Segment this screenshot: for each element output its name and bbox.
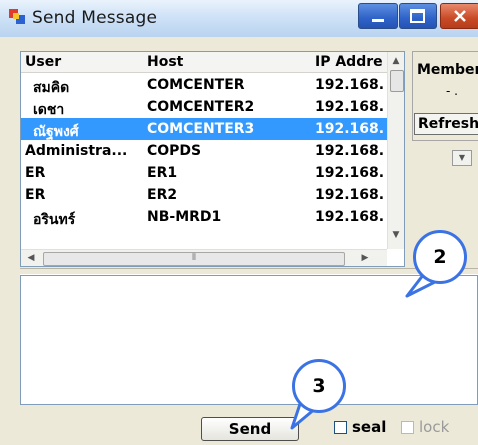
member-value: - .: [446, 84, 458, 98]
seal-checkbox[interactable]: [334, 421, 347, 434]
table-row[interactable]: ER ER2 192.168.: [21, 184, 387, 206]
close-button[interactable]: [440, 3, 478, 29]
cell-host: COPDS: [147, 143, 202, 159]
scroll-left-icon[interactable]: ◀: [25, 252, 37, 264]
user-list-grid[interactable]: User Host IP Addre สมคิด COMCENTER 192.1…: [20, 51, 405, 267]
scroll-right-icon[interactable]: ▶: [359, 252, 371, 264]
callout-3: 3: [292, 359, 346, 413]
cell-ip: 192.168.: [315, 99, 385, 115]
cell-ip: 192.168.: [315, 187, 385, 203]
column-header-user[interactable]: User: [25, 54, 61, 70]
cell-ip: 192.168.: [315, 77, 385, 93]
table-row[interactable]: Administra... COPDS 192.168.: [21, 140, 387, 162]
lock-checkbox: [401, 421, 414, 434]
callout-3-number: 3: [312, 375, 326, 397]
vertical-scrollbar[interactable]: ▲ ▼: [387, 52, 404, 249]
lock-label: lock: [419, 418, 450, 436]
chevron-down-icon[interactable]: ▼: [452, 150, 472, 166]
table-row-selected[interactable]: ณัฐพงศ์ COMCENTER3 192.168.: [21, 118, 387, 140]
send-button[interactable]: Send: [201, 417, 299, 441]
scroll-down-icon[interactable]: ▼: [390, 228, 402, 242]
cell-host: ER2: [147, 187, 178, 203]
cell-ip: 192.168.: [315, 209, 385, 225]
vertical-scroll-thumb[interactable]: [390, 70, 404, 92]
table-row[interactable]: ER ER1 192.168.: [21, 162, 387, 184]
column-header-ip[interactable]: IP Addre: [315, 54, 383, 70]
table-row[interactable]: สมคิด COMCENTER 192.168.: [21, 74, 387, 96]
cell-host: COMCENTER3: [147, 121, 255, 137]
callout-2: 2: [413, 230, 467, 284]
cell-ip: 192.168.: [315, 121, 385, 137]
cell-user: อรินทร์: [33, 212, 76, 228]
app-icon: [9, 9, 25, 24]
scroll-up-icon[interactable]: ▲: [390, 54, 402, 68]
table-row[interactable]: เดชา COMCENTER2 192.168.: [21, 96, 387, 118]
minimize-button[interactable]: [358, 3, 398, 29]
refresh-button[interactable]: Refresh: [414, 113, 478, 135]
cell-host: NB-MRD1: [147, 209, 222, 225]
column-header-host[interactable]: Host: [147, 54, 183, 70]
seal-label[interactable]: seal: [352, 418, 386, 436]
close-icon: [454, 10, 466, 22]
member-label: Member: [417, 62, 478, 78]
callout-2-number: 2: [433, 246, 447, 268]
maximize-icon: [410, 9, 425, 23]
maximize-button[interactable]: [399, 3, 437, 29]
cell-user: Administra...: [25, 143, 128, 159]
cell-host: COMCENTER: [147, 77, 245, 93]
cell-ip: 192.168.: [315, 143, 385, 159]
minimize-icon: [372, 19, 384, 22]
horizontal-scrollbar[interactable]: ◀ ⦀ ▶: [21, 249, 387, 266]
title-bar[interactable]: Send Message: [0, 0, 478, 37]
cell-host: ER1: [147, 165, 178, 181]
window-title: Send Message: [32, 8, 158, 28]
cell-ip: 192.168.: [315, 165, 385, 181]
grid-header: User Host IP Addre: [21, 52, 387, 73]
cell-user: ER: [25, 187, 46, 203]
cell-host: COMCENTER2: [147, 99, 255, 115]
table-row[interactable]: อรินทร์ NB-MRD1 192.168.: [21, 206, 387, 228]
horizontal-scroll-thumb[interactable]: ⦀: [43, 252, 345, 266]
cell-user: ER: [25, 165, 46, 181]
